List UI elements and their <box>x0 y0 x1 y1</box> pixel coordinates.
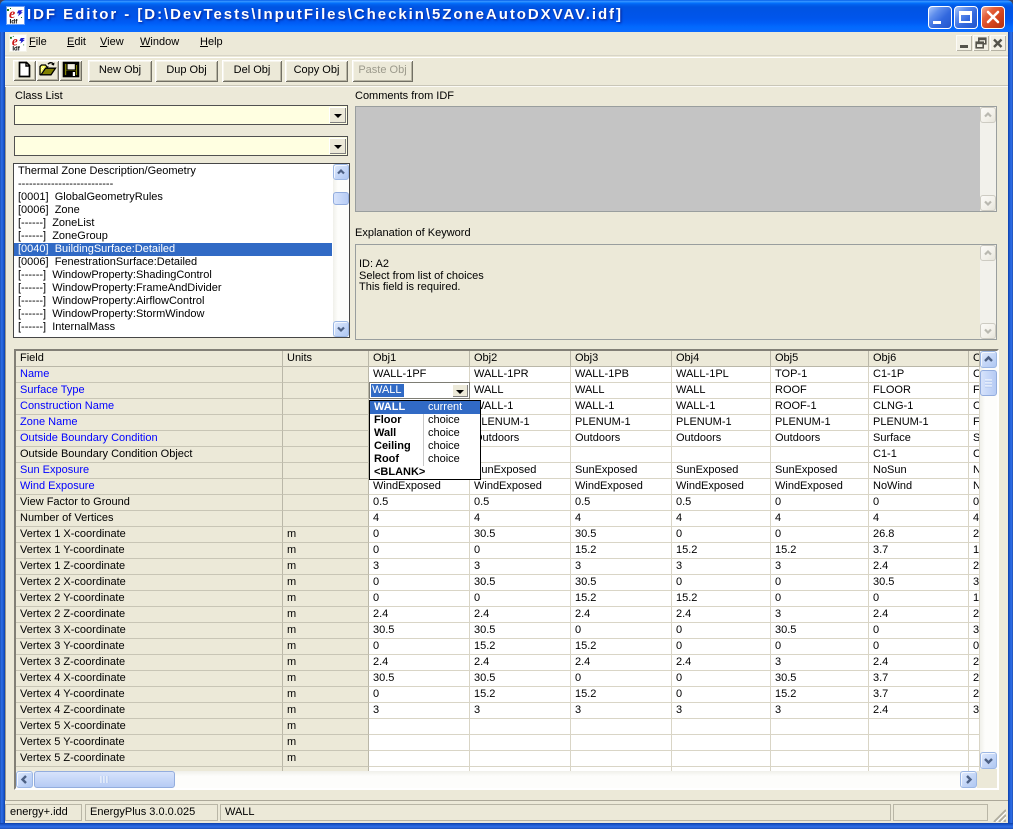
svg-text:Idf: Idf <box>10 19 19 25</box>
svg-text:Idf: Idf <box>12 46 20 51</box>
